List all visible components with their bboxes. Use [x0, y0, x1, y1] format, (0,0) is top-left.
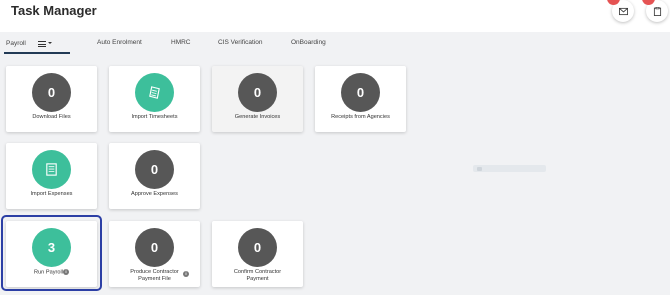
menu-icon[interactable]	[38, 41, 46, 47]
card-generate-invoices[interactable]: 0 Generate Invoices	[212, 66, 303, 132]
active-tab-underline	[4, 52, 70, 54]
ghost-button	[473, 165, 546, 172]
info-icon[interactable]: i	[183, 271, 189, 277]
tab-auto-enrolment[interactable]: Auto Enrolment	[97, 39, 142, 46]
mail-badge: 0	[607, 0, 620, 5]
count-circle: 0	[135, 228, 174, 267]
card-label: Generate Invoices	[234, 114, 281, 120]
count-circle: 0	[238, 73, 277, 112]
tab-cis-verification[interactable]: CIS Verification	[218, 39, 262, 46]
card-label-line2: Payment	[246, 276, 269, 282]
card-confirm-contractor-payment[interactable]: 0 Confirm Contractor Payment	[212, 221, 303, 287]
tab-hmrc[interactable]: HMRC	[171, 39, 191, 46]
card-import-timesheets[interactable]: Import Timesheets	[109, 66, 200, 132]
clipboard-button[interactable]: 0	[642, 0, 668, 22]
ghost-icon	[477, 166, 482, 171]
header-bar: Task Manager 0 0	[0, 0, 670, 32]
icon-circle	[135, 73, 174, 112]
card-import-expenses[interactable]: Import Expenses	[6, 143, 97, 209]
expenses-icon	[46, 163, 57, 176]
clipboard-icon	[653, 6, 661, 16]
card-label: Import Expenses	[30, 191, 73, 197]
selection-outline	[1, 215, 102, 291]
card-download-files[interactable]: 0 Download Files	[6, 66, 97, 132]
card-label: Approve Expenses	[131, 191, 178, 197]
card-label: Download Files	[32, 114, 71, 120]
card-label-line2: Payment File	[138, 276, 171, 282]
count-circle: 0	[341, 73, 380, 112]
card-produce-contractor-payment-file[interactable]: 0 Produce Contractor Payment File i	[109, 221, 200, 287]
card-label: Receipts from Agencies	[331, 114, 390, 120]
count-circle: 0	[32, 73, 71, 112]
count-circle: 0	[238, 228, 277, 267]
clipboard-badge: 0	[642, 0, 655, 5]
count-circle: 0	[135, 150, 174, 189]
icon-circle	[32, 150, 71, 189]
tab-onboarding[interactable]: OnBoarding	[291, 39, 326, 46]
card-label: Import Timesheets	[131, 114, 178, 120]
card-label-line1: Confirm Contractor	[233, 269, 282, 275]
card-approve-expenses[interactable]: 0 Approve Expenses	[109, 143, 200, 209]
card-receipts-from-agencies[interactable]: 0 Receipts from Agencies	[315, 66, 406, 132]
card-label: Confirm Contractor Payment	[214, 269, 301, 283]
timesheet-icon	[149, 86, 160, 99]
chevron-down-icon[interactable]	[48, 42, 52, 44]
mail-icon	[618, 7, 628, 15]
page-title: Task Manager	[11, 3, 97, 18]
mail-button[interactable]: 0	[607, 0, 634, 22]
tab-payroll[interactable]: Payroll	[6, 40, 26, 47]
